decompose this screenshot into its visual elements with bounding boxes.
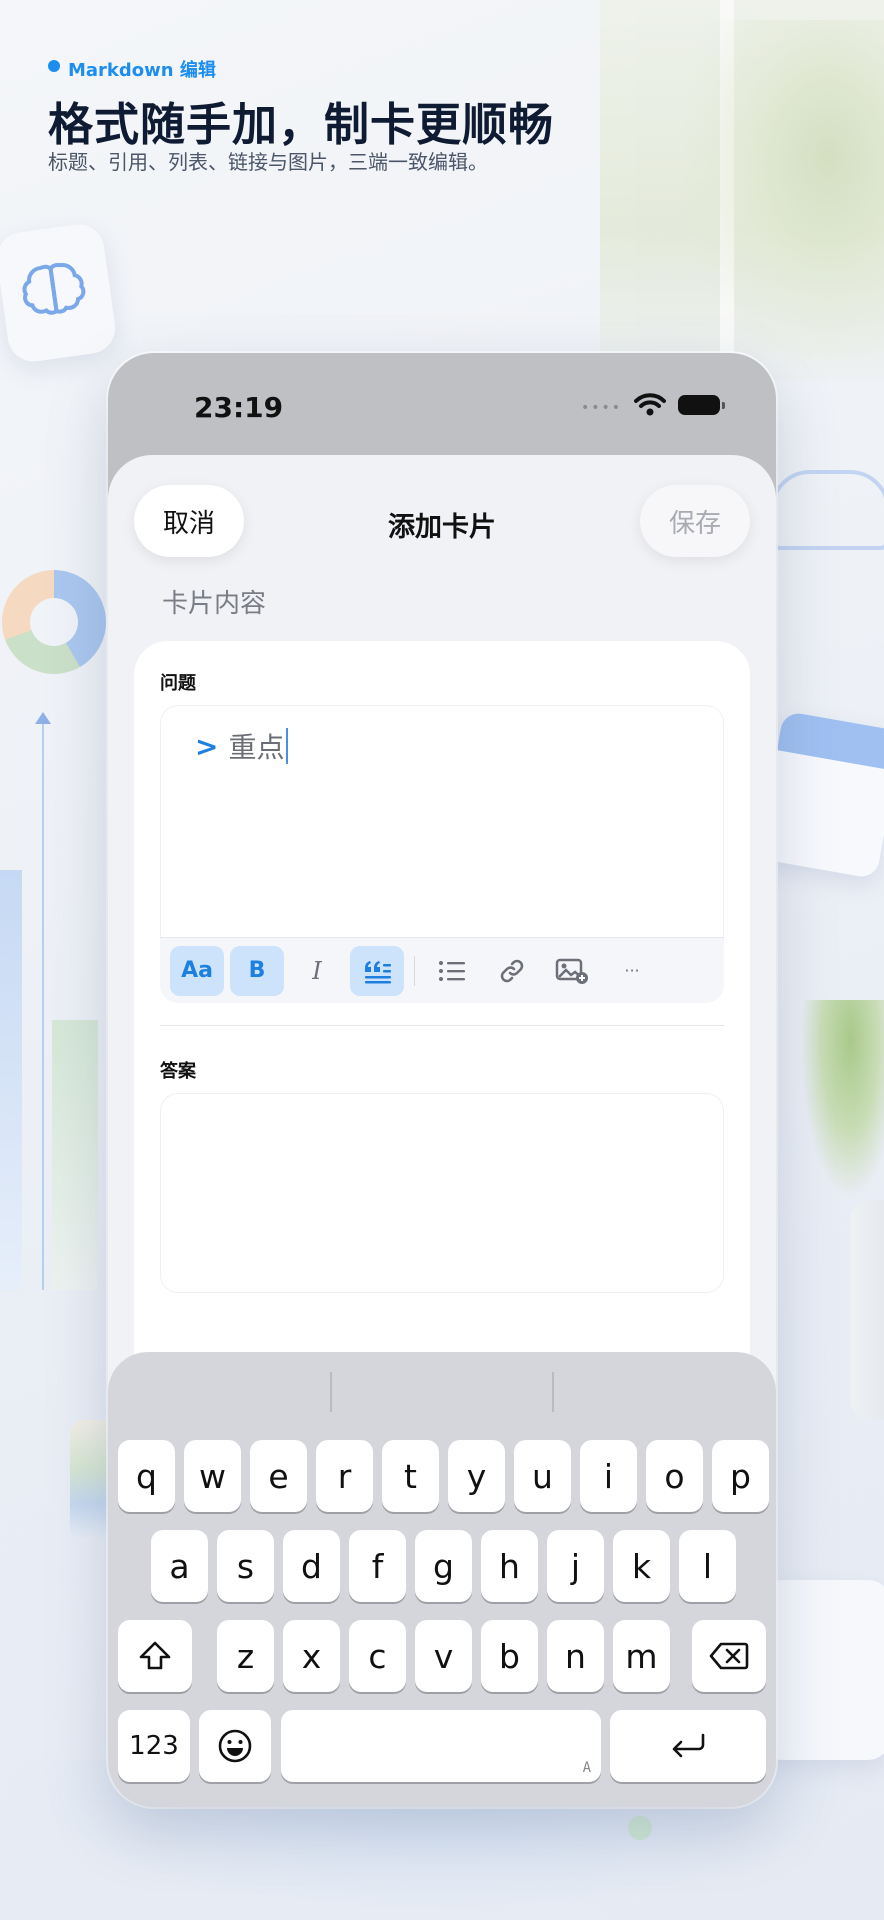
key-q[interactable]: q [118,1440,175,1512]
question-value: 重点 [228,731,285,764]
key-h[interactable]: h [481,1530,538,1602]
calendar-decoration [757,710,884,880]
headline: 格式随手加，制卡更顺畅 [48,98,555,151]
shift-key[interactable] [118,1620,192,1692]
signal-dots-icon: •••• [580,400,622,416]
key-m[interactable]: m [613,1620,670,1692]
key-i[interactable]: i [580,1440,637,1512]
key-p[interactable]: p [712,1440,769,1512]
cloud-decoration [770,470,884,550]
battery-icon [678,395,725,415]
bar-decoration [52,1020,98,1290]
emoji-key[interactable] [199,1710,271,1782]
status-time: 23:19 [194,391,284,424]
key-v[interactable]: v [415,1620,472,1692]
dot-decoration [628,1816,652,1840]
link-icon [500,959,524,982]
key-o[interactable]: o [646,1440,703,1512]
card-decoration [760,1580,884,1760]
space-key[interactable]: A [281,1710,601,1782]
pot-decoration [850,1200,884,1420]
save-button[interactable]: 保存 [640,485,750,557]
quote-marker: > [195,729,219,763]
feature-badge: Markdown 编辑 [48,56,216,82]
key-b[interactable]: b [481,1620,538,1692]
section-label: 卡片内容 [162,589,267,619]
markdown-toolbar: Aa B I ··· [160,937,724,1003]
return-icon [672,1733,705,1758]
key-a[interactable]: a [151,1530,208,1602]
more-button[interactable]: ··· [605,946,659,996]
key-d[interactable]: d [283,1530,340,1602]
question-editor[interactable]: > 重点 [160,705,724,937]
answer-label: 答案 [160,1061,196,1082]
answer-editor[interactable] [160,1093,724,1293]
plant-decoration [800,1000,884,1200]
donut-chart-decoration [2,570,106,674]
phone-frame: 23:19 •••• 取消 添加卡片 保存 卡片内容 问题 > 重点 Aa B … [108,353,776,1807]
badge-dot-icon [48,60,60,72]
emoji-icon [218,1729,252,1763]
return-key[interactable] [610,1710,766,1782]
key-u[interactable]: u [514,1440,571,1512]
brain-icon [22,263,86,315]
heading-format-button[interactable]: Aa [170,945,224,996]
suggestion-bar [108,1352,776,1432]
key-c[interactable]: c [349,1620,406,1692]
suggestion-separator [330,1372,332,1412]
text-caret [286,728,289,764]
brain-icon-tile [0,221,119,365]
key-w[interactable]: w [184,1440,241,1512]
list-button[interactable] [425,946,479,996]
key-x[interactable]: x [283,1620,340,1692]
bold-button[interactable]: B [230,945,284,996]
key-k[interactable]: k [613,1530,670,1602]
link-button[interactable] [485,946,539,996]
key-j[interactable]: j [547,1530,604,1602]
key-g[interactable]: g [415,1530,472,1602]
key-s[interactable]: s [217,1530,274,1602]
backspace-icon [709,1642,749,1670]
key-y[interactable]: y [448,1440,505,1512]
chart-axis-decoration [35,712,51,1290]
bar-decoration [0,870,22,1290]
wifi-icon [634,393,666,416]
field-divider [160,1025,724,1026]
key-r[interactable]: r [316,1440,373,1512]
question-text: > 重点 [195,726,289,766]
image-add-icon [555,958,588,984]
key-f[interactable]: f [349,1530,406,1602]
add-card-sheet: 取消 添加卡片 保存 卡片内容 问题 > 重点 Aa B I ··· 答案 q … [108,455,776,1807]
suggestion-separator [552,1372,554,1412]
insert-image-button[interactable] [545,946,599,996]
shift-icon [139,1641,171,1670]
key-e[interactable]: e [250,1440,307,1512]
space-key-hint: A [582,1760,591,1776]
list-icon [439,960,465,981]
key-n[interactable]: n [547,1620,604,1692]
background-foliage [684,20,884,360]
badge-text: Markdown 编辑 [68,60,216,81]
numbers-key[interactable]: 123 [118,1710,190,1782]
toolbar-separator [414,955,415,986]
status-icons: •••• [580,393,725,417]
delete-key[interactable] [692,1620,766,1692]
quote-button[interactable] [350,945,404,996]
question-label: 问题 [160,673,196,694]
quote-icon [365,960,391,983]
italic-button[interactable]: I [290,946,344,996]
ios-keyboard: q w e r t y u i o p a s d f g h j k l z … [108,1352,776,1807]
key-z[interactable]: z [217,1620,274,1692]
key-t[interactable]: t [382,1440,439,1512]
subheadline: 标题、引用、列表、链接与图片，三端一致编辑。 [48,150,488,174]
key-l[interactable]: l [679,1530,736,1602]
